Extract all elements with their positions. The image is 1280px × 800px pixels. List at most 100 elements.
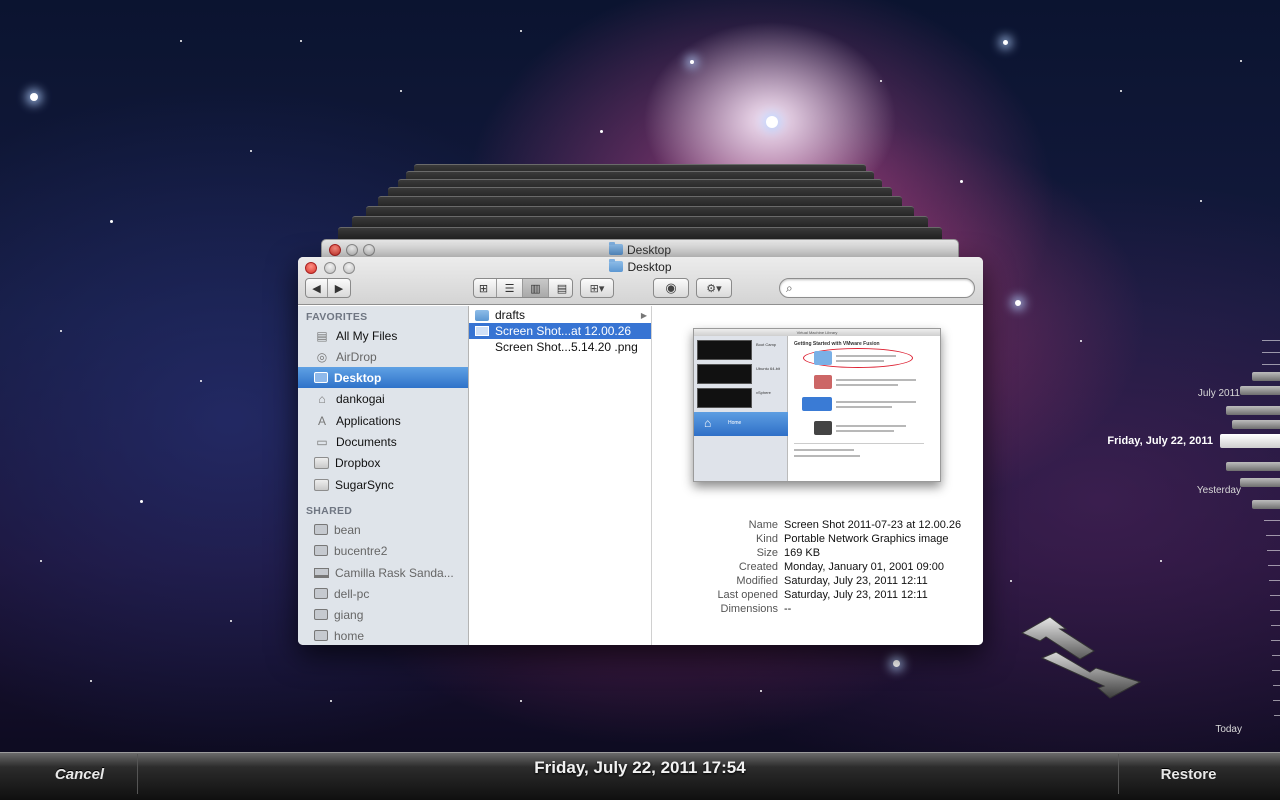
timeline-current-bar[interactable]: [1220, 434, 1280, 448]
timeline-bar[interactable]: [1252, 500, 1280, 509]
laptop-icon: [314, 567, 329, 578]
info-row: Kind Portable Network Graphics image: [755, 533, 949, 545]
thumbnail-divider: [794, 443, 924, 444]
timeline-current-label: Friday, July 22, 2011: [1107, 435, 1213, 447]
cancel-button[interactable]: Cancel: [22, 754, 138, 794]
applications-icon: A: [317, 413, 326, 428]
timeline-bar[interactable]: [1226, 406, 1280, 415]
star: [60, 330, 62, 332]
timeline-tick: [1264, 520, 1280, 521]
timeline-bar[interactable]: [1232, 420, 1280, 429]
star: [880, 80, 882, 82]
thumbnail-vm-label: vSphere: [756, 390, 771, 395]
sidebar-item-sugarsync[interactable]: SugarSync: [298, 474, 468, 495]
thumbnail-window-title: Virtual Machine Library: [694, 329, 940, 336]
computer-icon: [314, 588, 328, 599]
window-titlebar[interactable]: Desktop ◀ ▶ ⊞ ☰ ▥ ▤ ⊞▾ ◉ ⚙▾ ⌕: [298, 257, 983, 305]
quicklook-button[interactable]: ◉: [653, 278, 689, 298]
airdrop-icon: ◎: [316, 349, 328, 364]
list-item[interactable]: Screen Shot...at 12.00.26: [469, 323, 651, 339]
coverflow-view-icon: ▤: [556, 282, 568, 295]
sidebar-item-dell-pc[interactable]: dell-pc: [298, 583, 468, 604]
preview-thumbnail[interactable]: Virtual Machine Library Boot Camp Ubuntu…: [693, 328, 941, 482]
view-switcher: ⊞ ☰ ▥ ▤: [473, 278, 573, 298]
eye-icon: ◉: [665, 280, 677, 295]
image-file-icon: [475, 326, 489, 336]
preview-pane: Virtual Machine Library Boot Camp Ubuntu…: [652, 306, 983, 645]
icon-view-button[interactable]: ⊞: [471, 279, 497, 297]
computer-icon: [314, 609, 328, 620]
image-file-icon: [475, 342, 489, 353]
star: [520, 30, 522, 32]
column-view-button[interactable]: ▥: [523, 279, 549, 297]
sidebar-item-all-my-files[interactable]: ▤ All My Files: [298, 325, 468, 346]
thumbnail-icon: [814, 421, 832, 435]
timeline-tick: [1270, 610, 1280, 611]
sidebar-item-home[interactable]: home: [298, 625, 468, 645]
sidebar-item-dankogai[interactable]: ⌂ dankogai: [298, 388, 468, 409]
arrange-button[interactable]: ⊞▾: [580, 278, 614, 298]
thumbnail-text: [836, 384, 898, 386]
timeline-tick: [1272, 670, 1280, 671]
timeline-tick: [1271, 625, 1280, 626]
info-row: Modified Saturday, July 23, 2011 12:11: [736, 575, 928, 587]
gear-icon: ⚙▾: [706, 282, 722, 295]
back-button[interactable]: ◀: [306, 279, 328, 297]
star: [110, 220, 113, 223]
arrow-down-icon[interactable]: [1040, 650, 1145, 700]
timeline-tick: [1269, 580, 1280, 581]
list-item[interactable]: Screen Shot...5.14.20 .png: [469, 339, 651, 355]
thumbnail-vm: [697, 388, 752, 408]
search-input[interactable]: [800, 281, 968, 295]
documents-icon: ▭: [316, 434, 328, 449]
star: [330, 700, 332, 702]
star: [1015, 300, 1021, 306]
folder-icon: [314, 456, 329, 469]
star: [140, 500, 143, 503]
all-files-icon: ▤: [316, 328, 328, 343]
sidebar-item-airdrop[interactable]: ◎ AirDrop: [298, 346, 468, 367]
folder-icon: [608, 242, 623, 255]
star: [1120, 90, 1122, 92]
timeline-tick: [1272, 655, 1280, 656]
sidebar-item-desktop[interactable]: Desktop: [298, 367, 468, 388]
forward-button[interactable]: ▶: [328, 279, 350, 297]
list-view-button[interactable]: ☰: [497, 279, 523, 297]
coverflow-view-button[interactable]: ▤: [549, 279, 575, 297]
star: [893, 660, 900, 667]
info-row: Last opened Saturday, July 23, 2011 12:11: [717, 589, 928, 601]
list-item[interactable]: drafts ▶: [469, 307, 651, 323]
star: [760, 690, 762, 692]
timeline-bar[interactable]: [1252, 372, 1280, 381]
finder-window: Desktop ◀ ▶ ⊞ ☰ ▥ ▤ ⊞▾ ◉ ⚙▾ ⌕ FAVORITES …: [298, 257, 983, 645]
timeline-tick: [1262, 352, 1280, 353]
home-icon: ⌂: [318, 391, 326, 406]
disclosure-arrow-icon: ▶: [640, 310, 647, 320]
star: [600, 130, 603, 133]
thumbnail-home-label: Home: [728, 420, 742, 426]
star: [520, 700, 522, 702]
restore-button[interactable]: Restore: [1118, 754, 1258, 794]
timeline-bar[interactable]: [1240, 478, 1280, 487]
sidebar-item-dropbox[interactable]: Dropbox: [298, 452, 468, 473]
back-forward-buttons: ◀ ▶: [305, 278, 351, 298]
thumbnail-text: [794, 455, 860, 457]
star: [300, 40, 302, 42]
sidebar-item-giang[interactable]: giang: [298, 604, 468, 625]
thumbnail-text: [836, 360, 884, 362]
timeline-bar[interactable]: [1226, 462, 1280, 471]
sidebar-item-bean[interactable]: bean: [298, 519, 468, 540]
column-view-icon: ▥: [530, 282, 541, 295]
search-field[interactable]: ⌕: [779, 278, 975, 298]
sidebar-item-applications[interactable]: A Applications: [298, 410, 468, 431]
action-button[interactable]: ⚙▾: [696, 278, 732, 298]
timeline-bar[interactable]: [1240, 386, 1280, 395]
sidebar-item-bucentre2[interactable]: bucentre2: [298, 540, 468, 561]
thumbnail-text: [836, 401, 916, 403]
star: [1160, 560, 1162, 562]
thumbnail-heading: Getting Started with VMware Fusion: [794, 341, 880, 347]
thumbnail-text: [836, 406, 892, 408]
sidebar-item-documents[interactable]: ▭ Documents: [298, 431, 468, 452]
sidebar-item-camilla[interactable]: Camilla Rask Sanda...: [298, 562, 468, 583]
timeline-tick: [1273, 685, 1280, 686]
